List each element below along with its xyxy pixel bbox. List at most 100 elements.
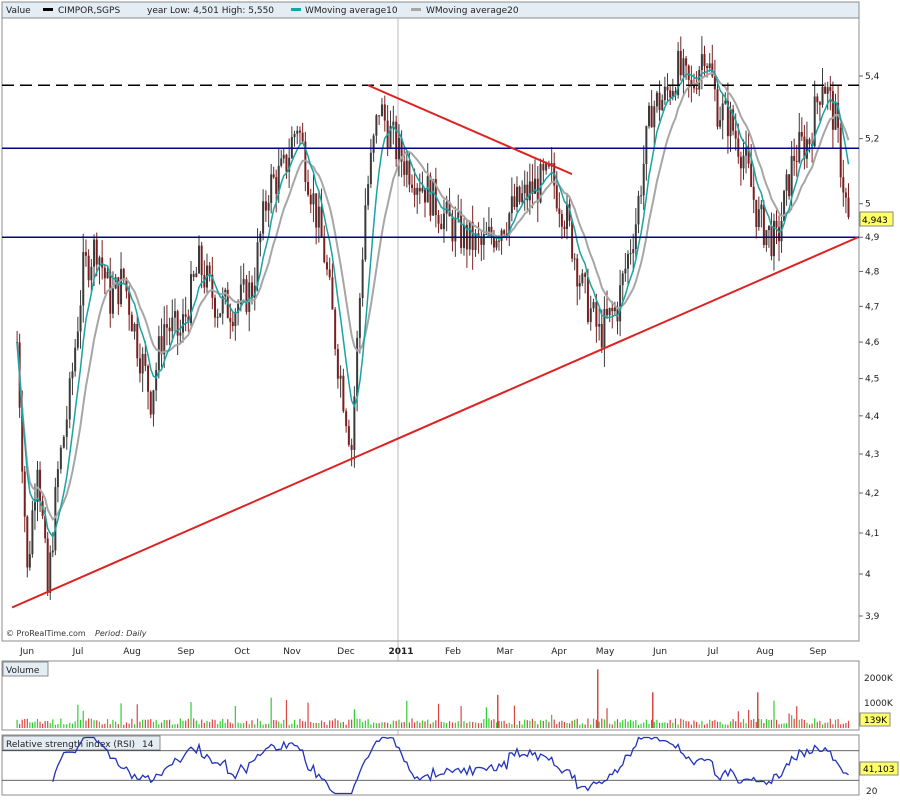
candle-body	[36, 469, 39, 502]
volume-bar	[463, 721, 465, 728]
volume-bar	[177, 724, 179, 728]
candle-body	[282, 154, 285, 159]
candle-body	[62, 436, 65, 448]
volume-bar	[280, 723, 282, 728]
volume-bar	[827, 722, 829, 728]
volume-bar	[837, 718, 839, 728]
symbol-legend-swatch	[43, 8, 53, 11]
candle-body	[383, 104, 386, 121]
volume-bar	[133, 724, 136, 728]
volume-bar	[719, 721, 721, 728]
candle-body	[661, 100, 664, 111]
volume-bar	[348, 719, 350, 728]
volume-bar	[808, 724, 811, 728]
volume-bar	[195, 720, 197, 728]
candle-body	[629, 253, 632, 255]
candle-body	[378, 115, 381, 117]
volume-bar	[414, 722, 416, 728]
volume-bar	[460, 706, 462, 728]
volume-bar	[595, 719, 597, 728]
volume-bar	[93, 720, 95, 728]
candle-body	[645, 126, 648, 164]
volume-bar	[291, 723, 293, 728]
volume-bar	[307, 702, 309, 728]
volume-bar	[326, 724, 328, 728]
volume-bar	[603, 719, 606, 728]
volume-bar	[193, 718, 195, 728]
volume-bar	[788, 713, 790, 728]
volume-bar	[155, 719, 157, 728]
volume-bar	[42, 723, 44, 728]
volume-bar	[63, 724, 65, 728]
candle-body	[513, 196, 516, 207]
volume-bar	[551, 714, 553, 728]
candle-body	[647, 105, 650, 127]
volume-bar	[688, 721, 690, 728]
volume-bar	[74, 721, 76, 728]
candle-body	[198, 245, 200, 274]
volume-bar	[635, 720, 637, 728]
volume-bar	[395, 720, 397, 728]
volume-bar	[163, 720, 165, 728]
volume-bar	[674, 718, 677, 728]
candle-body	[216, 316, 219, 318]
volume-bar	[529, 720, 531, 728]
candle-body	[560, 214, 563, 227]
volume-bar	[323, 722, 325, 728]
volume-bar	[251, 720, 253, 728]
volume-spike-bar	[497, 694, 499, 728]
volume-bar	[211, 719, 213, 728]
volume-bar	[21, 719, 23, 728]
candle-body	[195, 273, 198, 278]
volume-bar	[201, 719, 203, 728]
volume-bar	[262, 724, 264, 728]
volume-bar	[796, 706, 798, 728]
candle-body	[463, 224, 465, 248]
volume-bar	[548, 721, 550, 728]
volume-bar	[24, 718, 26, 728]
volume-bar	[534, 720, 536, 728]
volume-bar	[763, 723, 765, 728]
candle-body	[315, 193, 318, 228]
candle-body	[442, 213, 445, 230]
candle-body	[93, 239, 96, 267]
volume-bar	[571, 720, 573, 728]
candle-body	[632, 249, 635, 254]
volume-bar	[104, 723, 106, 728]
volume-bar	[753, 719, 755, 728]
volume-bar	[370, 724, 372, 728]
candle-body	[325, 262, 328, 270]
candle-body	[375, 115, 378, 136]
candle-body	[808, 139, 811, 145]
candle-body	[33, 501, 36, 511]
volume-bar	[248, 724, 250, 728]
candle-body	[440, 223, 443, 230]
candle-body	[578, 283, 581, 287]
candle-body	[267, 202, 270, 211]
chart-canvas[interactable]: Value CIMPOR,SGPS year Low: 4,501 High: …	[0, 0, 900, 800]
x-axis-label: Jun	[19, 647, 34, 657]
volume-bar	[622, 720, 624, 728]
volume-bar	[845, 722, 847, 728]
candle-body	[700, 54, 703, 70]
candle-body	[242, 279, 245, 285]
candle-body	[655, 92, 658, 107]
volume-bar	[52, 719, 54, 728]
volume-bar	[232, 723, 234, 728]
volume-bar	[832, 724, 834, 728]
candle-body	[380, 104, 383, 117]
volume-bar	[793, 718, 795, 728]
candle-body	[719, 120, 722, 127]
volume-bar	[381, 722, 383, 728]
candle-body	[729, 109, 732, 137]
volume-bar	[54, 724, 56, 728]
volume-bar	[169, 719, 171, 728]
candle-body	[214, 297, 216, 318]
symbol-label: CIMPOR,SGPS	[58, 6, 120, 16]
candle-body	[68, 378, 71, 420]
candle-body	[586, 276, 589, 323]
candle-body	[523, 184, 526, 194]
candle-body	[767, 225, 770, 231]
volume-bar	[664, 722, 666, 728]
volume-bar	[824, 722, 826, 728]
